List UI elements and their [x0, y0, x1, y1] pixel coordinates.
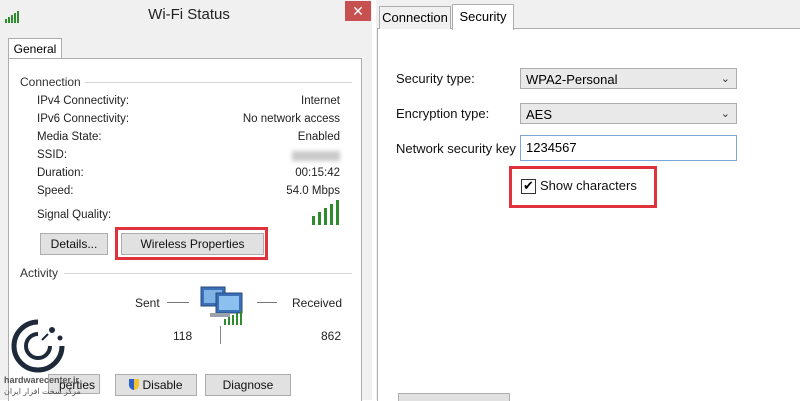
- security-type-label: Security type:: [396, 71, 475, 86]
- network-key-label: Network security key: [396, 141, 516, 156]
- tab-general[interactable]: General: [8, 38, 62, 59]
- sent-label: Sent: [135, 296, 160, 310]
- activity-group-line: [64, 273, 352, 274]
- chevron-down-icon: ⌄: [720, 108, 730, 120]
- received-bytes: 862: [321, 329, 342, 343]
- show-characters-checkbox[interactable]: ✔: [521, 179, 536, 194]
- security-type-value: WPA2-Personal: [526, 72, 618, 87]
- signal-quality-label: Signal Quality:: [37, 209, 112, 221]
- signal-bar: [312, 216, 315, 225]
- received-label: Received: [292, 296, 343, 310]
- ssid-blurred: [292, 151, 340, 161]
- encryption-type-select[interactable]: AES ⌄: [520, 103, 737, 124]
- ipv4-label: IPv4 Connectivity:: [37, 95, 130, 107]
- encryption-type-label: Encryption type:: [396, 106, 490, 121]
- ssid-label: SSID:: [37, 149, 68, 161]
- connection-group-line: [84, 82, 352, 83]
- ipv4-value: Internet: [301, 95, 340, 107]
- signal-bar: [330, 204, 333, 225]
- show-characters-label: Show characters: [540, 178, 637, 193]
- signal-strength-icon: [312, 200, 342, 225]
- title-bar: Wi-Fi Status ✕: [0, 0, 372, 30]
- tab-security[interactable]: Security: [452, 4, 514, 30]
- sent-line: [167, 302, 189, 303]
- tab-connection[interactable]: Connection: [379, 6, 451, 29]
- media-state-value: Enabled: [297, 131, 340, 143]
- speed-label: Speed:: [37, 185, 74, 197]
- close-button[interactable]: ✕: [345, 1, 371, 21]
- hardwarecenter-logo-icon: [11, 319, 65, 373]
- window-title: Wi-Fi Status: [148, 6, 230, 23]
- chevron-down-icon: ⌄: [720, 73, 730, 85]
- watermark-text: hardwarecenter.ir: [4, 375, 80, 385]
- media-state-label: Media State:: [37, 131, 102, 143]
- signal-bar: [336, 200, 339, 225]
- sent-bytes: 118: [173, 329, 193, 343]
- network-key-input[interactable]: 1234567: [520, 135, 737, 161]
- wireless-properties-button[interactable]: Wireless Properties: [121, 233, 264, 255]
- activity-divider: [220, 326, 221, 344]
- shield-icon: [129, 379, 140, 390]
- ipv6-label: IPv6 Connectivity:: [37, 113, 130, 125]
- ipv6-value: No network access: [242, 113, 340, 125]
- watermark-subtext: مرکز سخت افزار ایران: [4, 387, 81, 396]
- details-button[interactable]: Details...: [40, 233, 108, 255]
- disable-label: Disable: [142, 378, 183, 392]
- connection-group-label: Connection: [20, 75, 85, 89]
- wifi-status-window: Wi-Fi Status ✕ General Connection IPv4 C…: [0, 0, 372, 401]
- signal-bar: [318, 212, 321, 225]
- speed-value: 54.0 Mbps: [286, 185, 340, 197]
- activity-group-label: Activity: [20, 266, 63, 280]
- duration-label: Duration:: [37, 167, 84, 179]
- received-line: [257, 302, 277, 303]
- signal-bar: [324, 208, 327, 225]
- security-type-select[interactable]: WPA2-Personal ⌄: [520, 68, 737, 89]
- diagnose-button[interactable]: Diagnose: [205, 374, 291, 396]
- encryption-type-value: AES: [526, 107, 553, 122]
- duration-value: 00:15:42: [295, 167, 340, 179]
- network-computers-icon: [200, 286, 243, 325]
- disable-button[interactable]: Disable: [115, 374, 197, 396]
